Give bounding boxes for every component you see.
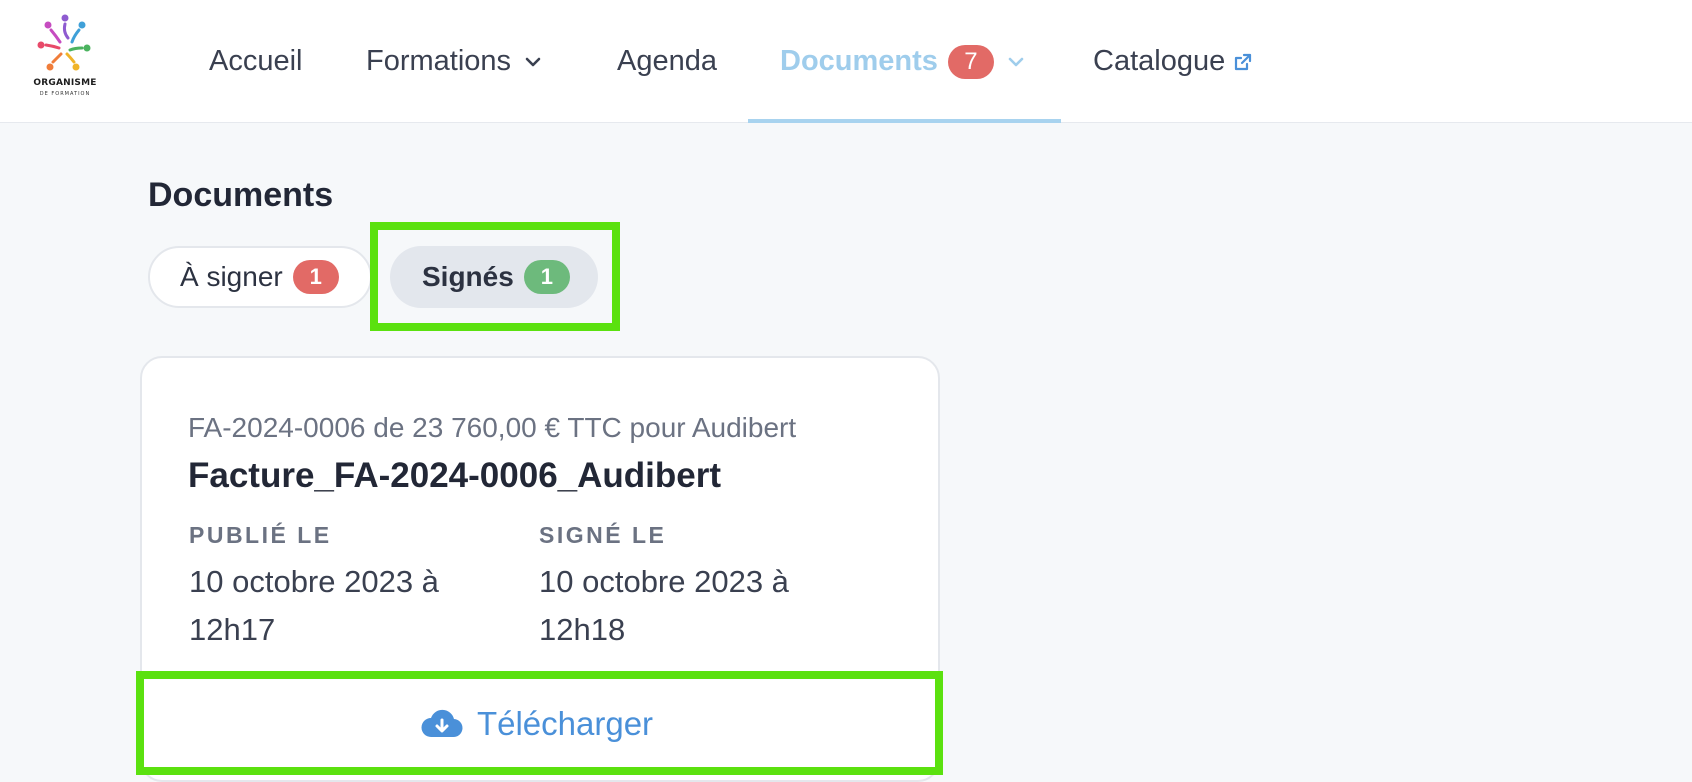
document-title: Facture_FA-2024-0006_Audibert (188, 456, 721, 495)
nav-item-label: Accueil (209, 45, 303, 77)
signed-count-badge: 1 (523, 260, 570, 294)
to-sign-count-badge: 1 (292, 260, 339, 294)
top-navigation-bar: ORGANISME DE FORMATION Accueil Formation… (0, 0, 1692, 123)
nav-item-formations[interactable]: Formations (366, 0, 541, 123)
nav-item-label: Formations (366, 45, 512, 77)
chevron-down-icon (525, 57, 541, 67)
cloud-download-icon (421, 709, 463, 739)
tab-to-sign[interactable]: À signer 1 (148, 246, 372, 308)
nav-item-accueil[interactable]: Accueil (209, 0, 303, 123)
page-title: Documents (148, 176, 334, 214)
tab-label: À signer (180, 261, 283, 292)
logo-subtitle: DE FORMATION (39, 91, 91, 97)
documents-count-badge: 7 (947, 44, 994, 79)
tab-signed[interactable]: Signés 1 (390, 246, 598, 308)
external-link-icon (1233, 52, 1253, 72)
chevron-down-icon (1008, 57, 1024, 67)
nav-item-documents[interactable]: Documents 7 (748, 0, 1061, 123)
nav-item-label: Catalogue (1093, 45, 1226, 77)
organisation-logo[interactable]: ORGANISME DE FORMATION (30, 12, 100, 108)
nav-item-catalogue[interactable]: Catalogue (1093, 0, 1253, 123)
nav-item-label: Agenda (617, 45, 717, 77)
logo-mark-icon (37, 14, 91, 71)
published-label: PUBLIÉ LE (189, 522, 332, 548)
nav-item-agenda[interactable]: Agenda (617, 0, 717, 123)
download-label: Télécharger (476, 705, 654, 742)
published-value: 10 octobre 2023 à 12h17 (189, 564, 439, 647)
tab-label: Signés (422, 261, 514, 292)
nav-item-label: Documents (780, 45, 938, 77)
signed-value: 10 octobre 2023 à 12h18 (539, 564, 789, 647)
signed-label: SIGNÉ LE (539, 522, 667, 548)
download-button[interactable]: Télécharger (146, 683, 928, 765)
document-subtitle: FA-2024-0006 de 23 760,00 € TTC pour Aud… (188, 412, 797, 443)
logo-title: ORGANISME (33, 78, 97, 88)
